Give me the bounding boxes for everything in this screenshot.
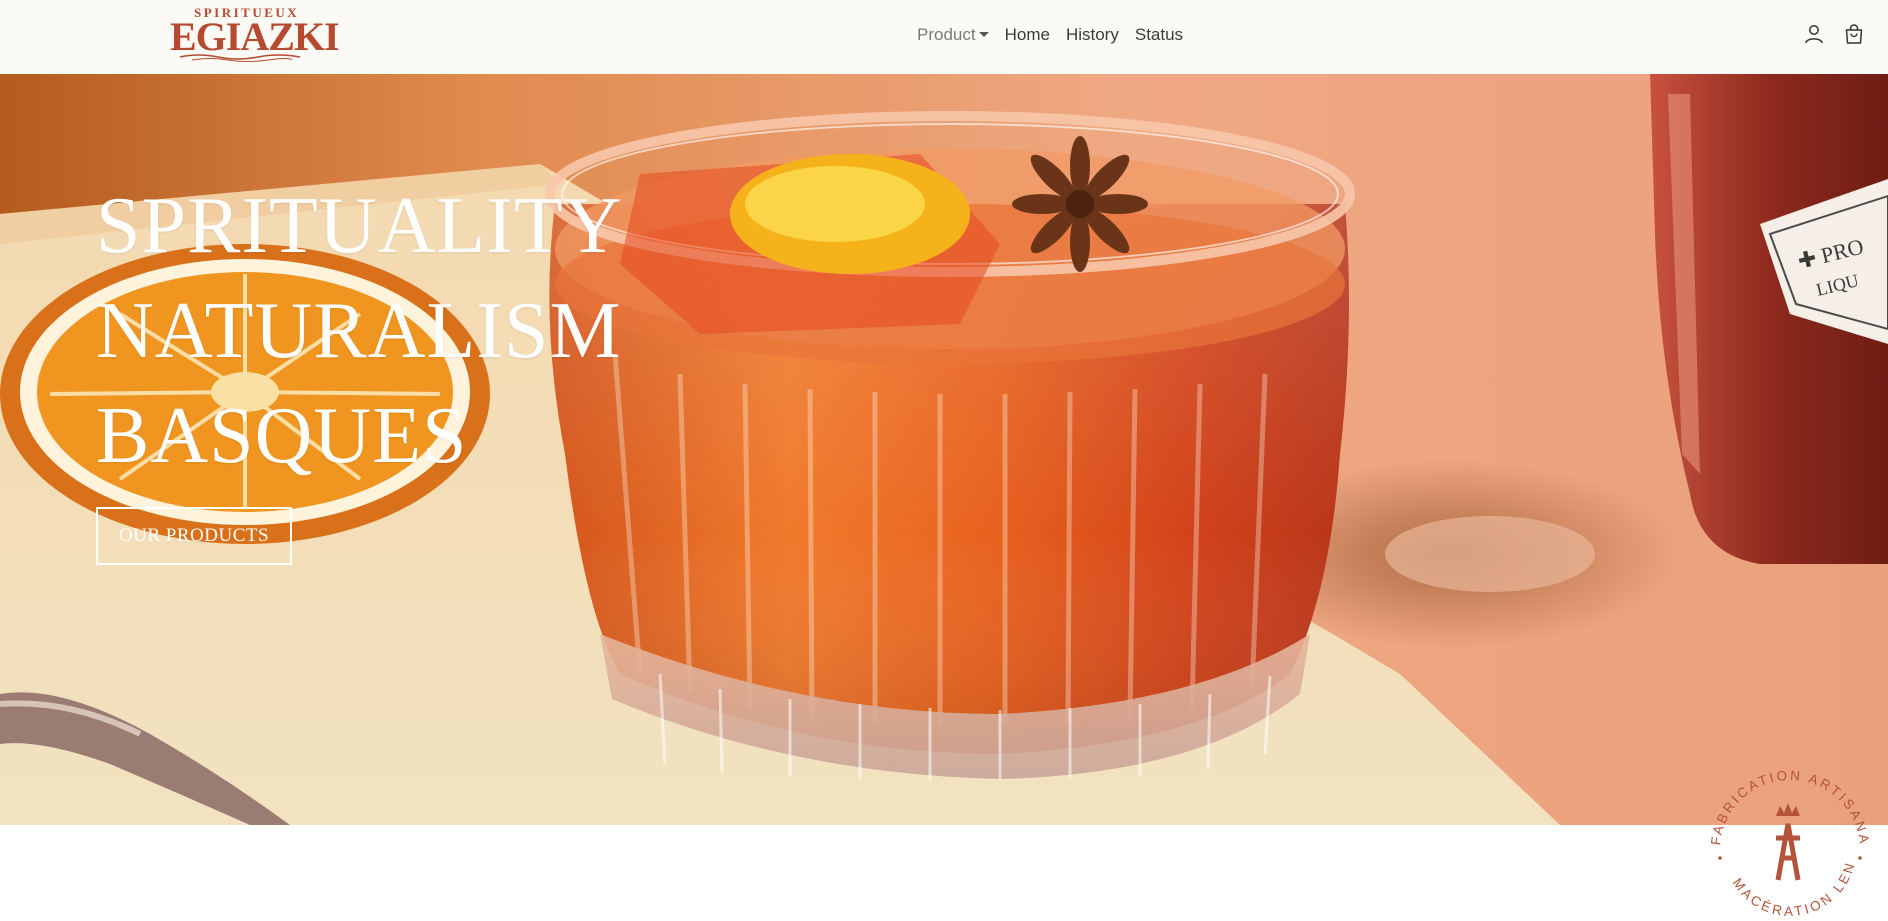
nav-icon-group [1802,22,1866,46]
artisanal-badge: FABRICATION ARTISANALE MACÉRATION LENTE [1692,750,1884,921]
hero-headline: SPRITUALITY NATURALISM BASQUES [96,174,623,489]
shopping-bag-icon[interactable] [1842,22,1866,46]
nav-status[interactable]: Status [1127,25,1191,45]
artisanal-badge-seal: FABRICATION ARTISANALE MACÉRATION LENTE [1692,750,1872,919]
nav-product-dropdown[interactable]: Product [917,25,997,45]
badge-top-text: FABRICATION ARTISANALE [1692,750,1869,847]
user-icon[interactable] [1802,22,1826,46]
caret-down-icon [978,32,989,37]
main-nav: Product Home History Status [917,21,1191,49]
logo-wave-decoration [179,54,301,62]
hero-line-1: SPRITUALITY [96,182,623,270]
brand-logo[interactable]: SPIRITUEUX EGIAZKI [170,4,340,64]
hero-line-2: NATURALISM [96,287,622,375]
hero-section: ✚ PRO LIQU SPRITUALITY NATURALISM BASQUE… [0,74,1888,825]
top-navbar: SPIRITUEUX EGIAZKI Product Home History … [0,0,1888,74]
nav-product-label: Product [917,25,976,44]
crown-monogram-icon [1775,803,1801,881]
brand-name: EGIAZKI [170,14,340,59]
hero-line-3: BASQUES [96,392,468,480]
nav-history[interactable]: History [1058,25,1127,45]
nav-home[interactable]: Home [997,25,1058,45]
our-products-button[interactable]: OUR PRODUCTS [96,507,292,565]
svg-text:FABRICATION ARTISANALE: FABRICATION ARTISANALE [1692,750,1872,847]
